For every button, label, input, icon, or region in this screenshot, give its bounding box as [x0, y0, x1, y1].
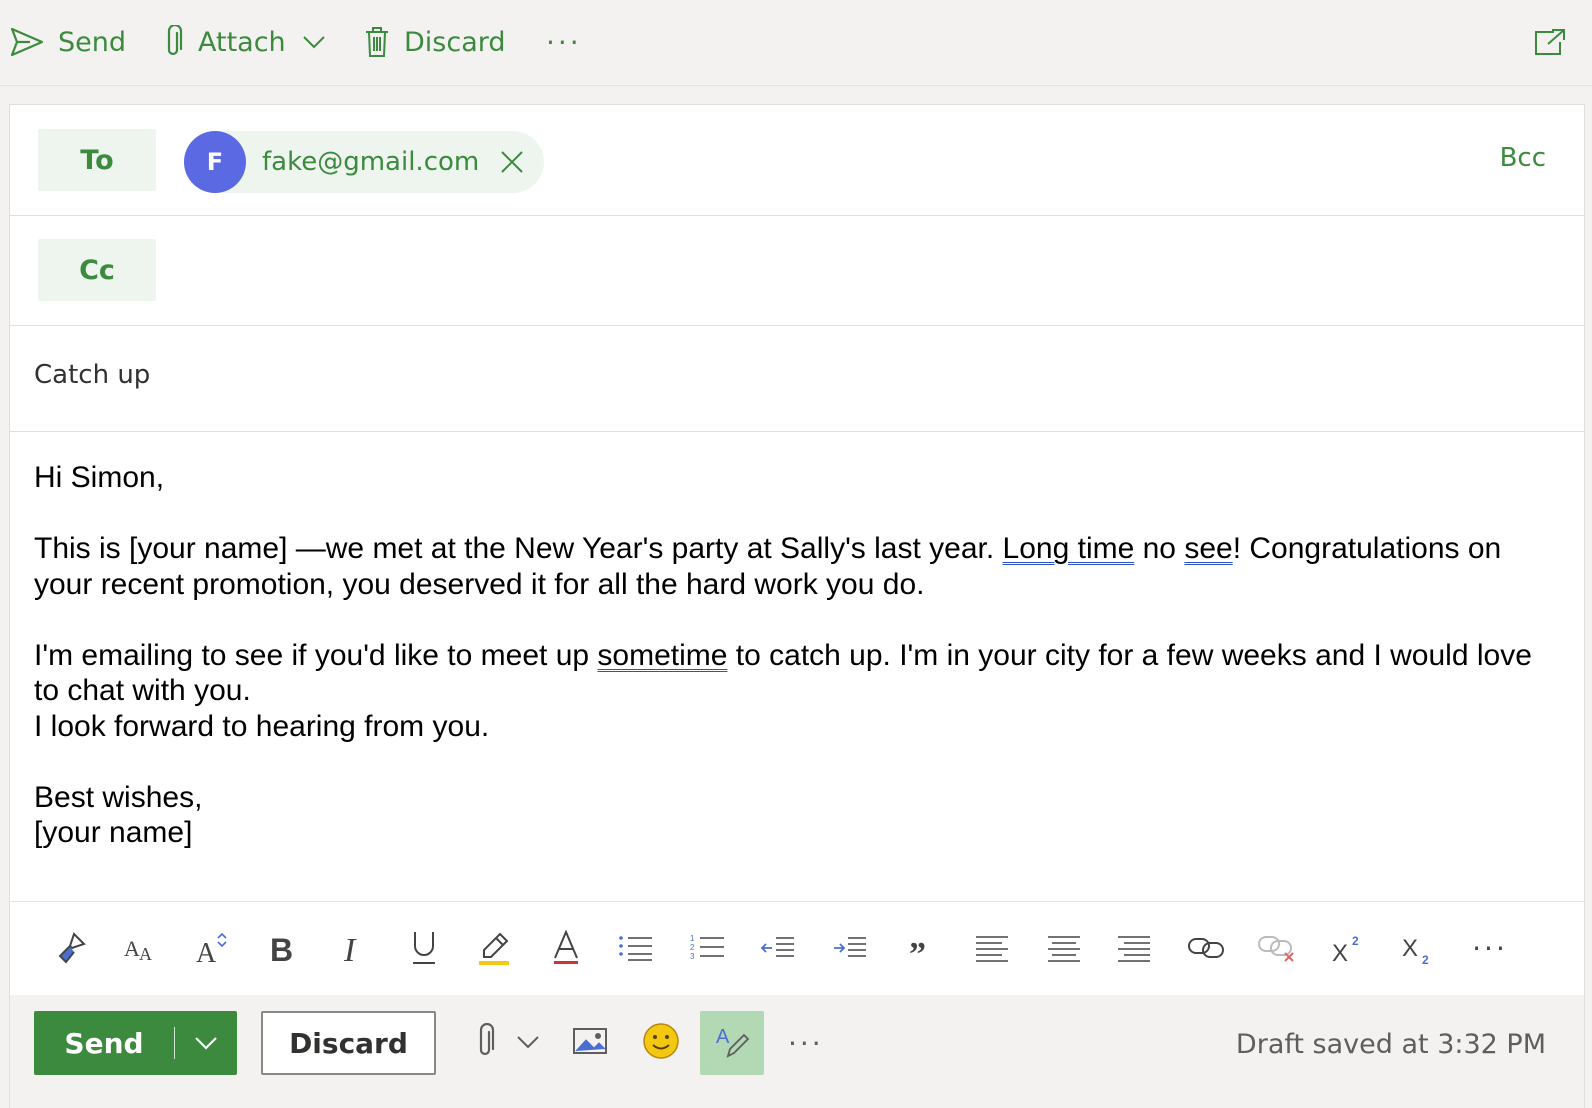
- svg-text:A: A: [196, 938, 217, 966]
- numbering-icon[interactable]: 123: [688, 928, 728, 968]
- message-body[interactable]: Hi Simon, This is [your name] —we met at…: [34, 460, 1554, 851]
- svg-text:I: I: [343, 932, 357, 965]
- increase-indent-icon[interactable]: [830, 928, 870, 968]
- quote-icon[interactable]: ”: [900, 928, 940, 968]
- svg-text:A: A: [139, 944, 152, 964]
- body-paragraph: I'm emailing to see if you'd like to mee…: [34, 638, 1532, 708]
- bcc-button[interactable]: Bcc: [1500, 143, 1546, 173]
- svg-text:3: 3: [690, 952, 695, 961]
- bullets-icon[interactable]: [616, 928, 656, 968]
- action-bar: Send Discard A ··· Draft saved at 3:32 P…: [10, 995, 1584, 1108]
- popout-button[interactable]: [1534, 20, 1566, 64]
- chevron-down-icon: [516, 1034, 540, 1053]
- decrease-indent-icon[interactable]: [758, 928, 798, 968]
- superscript-icon[interactable]: X2: [1328, 928, 1368, 968]
- toolbar-attach-button[interactable]: Attach: [162, 20, 326, 64]
- remove-link-icon[interactable]: [1256, 928, 1296, 968]
- body-signoff: Best wishes,: [34, 780, 203, 814]
- send-icon: [10, 27, 44, 57]
- to-button[interactable]: To: [38, 129, 156, 191]
- toolbar-attach-label: Attach: [198, 26, 286, 58]
- close-icon[interactable]: [500, 150, 524, 174]
- recipient-chip[interactable]: F fake@gmail.com: [184, 131, 544, 193]
- toolbar-send-label: Send: [58, 26, 127, 58]
- align-left-icon[interactable]: [972, 928, 1012, 968]
- highlight-icon[interactable]: [474, 928, 514, 968]
- align-center-icon[interactable]: [1044, 928, 1084, 968]
- toolbar-more-button[interactable]: ···: [546, 20, 582, 64]
- discard-button[interactable]: Discard: [261, 1011, 436, 1075]
- toolbar-discard-label: Discard: [404, 26, 506, 58]
- svg-text:2: 2: [1352, 934, 1359, 948]
- svg-text:B: B: [270, 932, 293, 965]
- font-color-icon[interactable]: [546, 928, 586, 968]
- chevron-down-icon[interactable]: [175, 1036, 237, 1050]
- subscript-icon[interactable]: X2: [1398, 928, 1438, 968]
- insert-picture-button[interactable]: [572, 1017, 608, 1069]
- svg-text:2: 2: [690, 943, 695, 952]
- top-toolbar: Send Attach Discard ···: [0, 0, 1592, 86]
- svg-text:”: ”: [909, 936, 926, 963]
- body-signature: [your name]: [34, 816, 193, 849]
- link-icon[interactable]: [1186, 928, 1226, 968]
- send-button[interactable]: Send: [34, 1011, 237, 1075]
- svg-text:X: X: [1402, 935, 1418, 962]
- grow-font-icon[interactable]: A: [192, 928, 232, 968]
- compose-card: To F fake@gmail.com Bcc Cc Catch up Hi S…: [9, 104, 1585, 1108]
- spelling-suggestion[interactable]: sometime: [597, 639, 727, 672]
- editor-pen-icon: A: [714, 1023, 750, 1063]
- subject-row[interactable]: Catch up: [10, 326, 1584, 432]
- more-options-icon[interactable]: ···: [1470, 928, 1510, 968]
- to-row: To F fake@gmail.com Bcc: [10, 105, 1584, 216]
- underline-icon[interactable]: [404, 928, 444, 968]
- svg-text:1: 1: [690, 934, 695, 943]
- italic-icon[interactable]: I: [332, 928, 372, 968]
- cc-button[interactable]: Cc: [38, 239, 156, 301]
- paperclip-icon: [162, 25, 184, 59]
- format-toolbar: AA A B I 123 ” X 2 X 2 ···: [10, 901, 1584, 995]
- bold-icon[interactable]: B: [262, 928, 302, 968]
- svg-text:A: A: [124, 936, 140, 961]
- cc-row[interactable]: Cc: [10, 216, 1584, 326]
- svg-text:2: 2: [1422, 953, 1429, 966]
- font-size-icon[interactable]: AA: [120, 928, 160, 968]
- toolbar-discard-button[interactable]: Discard: [364, 20, 506, 64]
- spelling-suggestion[interactable]: see: [1184, 532, 1232, 565]
- picture-icon: [572, 1026, 608, 1060]
- format-painter-icon[interactable]: [50, 928, 90, 968]
- smiley-icon: [642, 1022, 680, 1064]
- trash-icon: [364, 26, 390, 58]
- attach-button[interactable]: [474, 1017, 540, 1069]
- emoji-button[interactable]: [642, 1017, 680, 1069]
- draft-status: Draft saved at 3:32 PM: [1235, 1029, 1546, 1060]
- svg-text:A: A: [716, 1026, 730, 1048]
- subject-field[interactable]: Catch up: [34, 360, 150, 390]
- svg-text:X: X: [1332, 940, 1348, 965]
- body-greeting: Hi Simon,: [34, 461, 165, 494]
- chevron-down-icon: [302, 35, 326, 49]
- align-right-icon[interactable]: [1114, 928, 1154, 968]
- recipient-email: fake@gmail.com: [262, 147, 480, 177]
- body-paragraph: I look forward to hearing from you.: [34, 709, 490, 743]
- body-paragraph: This is [your name] —we met at the New Y…: [34, 532, 1502, 601]
- more-actions-button[interactable]: ···: [788, 1017, 824, 1069]
- toolbar-send-button[interactable]: Send: [10, 20, 126, 64]
- avatar: F: [184, 131, 246, 193]
- spelling-suggestion[interactable]: Long time: [1003, 532, 1135, 565]
- send-button-label: Send: [64, 1026, 144, 1060]
- popout-icon: [1534, 28, 1566, 56]
- editor-button[interactable]: A: [700, 1011, 764, 1075]
- paperclip-icon: [474, 1022, 496, 1063]
